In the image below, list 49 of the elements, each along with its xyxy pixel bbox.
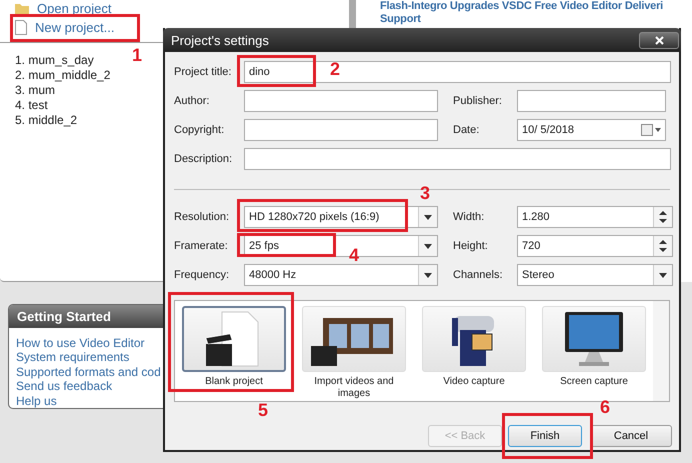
field-label: Publisher: <box>453 95 503 107</box>
spinner-arrows-icon[interactable] <box>659 239 667 253</box>
annotation-number: 3 <box>420 184 430 202</box>
field-label: Author: <box>174 95 210 107</box>
folder-icon <box>15 2 29 14</box>
field-label: Channels: <box>453 269 504 281</box>
tile-label: Video capture <box>443 376 505 388</box>
tile-label: Screen capture <box>560 376 628 388</box>
field-label: Framerate: <box>174 240 229 252</box>
close-button[interactable] <box>639 32 679 48</box>
calendar-icon[interactable] <box>641 124 661 136</box>
text-field[interactable] <box>244 90 438 112</box>
close-icon <box>654 36 664 44</box>
field-label: Description: <box>174 153 234 165</box>
field-label: Frequency: <box>174 269 230 281</box>
dropdown[interactable]: Stereo <box>517 264 673 286</box>
tile-label: Blank project <box>205 376 263 388</box>
annotation-number: 2 <box>330 60 340 78</box>
dropdown-arrow-icon[interactable] <box>659 272 667 278</box>
field-label: Width: <box>453 211 486 223</box>
spinner-arrows-icon[interactable] <box>659 210 667 224</box>
news-headline[interactable]: Flash-Integro Upgrades VSDC Free Video Editor Deliveri <box>380 0 664 13</box>
field-label: Resolution: <box>174 211 230 223</box>
text-field[interactable] <box>244 119 438 141</box>
text-field[interactable] <box>244 148 671 170</box>
dialog-button[interactable]: Cancel <box>590 425 672 447</box>
number-field[interactable]: 1.280 <box>517 206 673 228</box>
dropdown[interactable]: HD 1280x720 pixels (16:9) <box>244 206 438 228</box>
scrollbar[interactable] <box>653 301 669 401</box>
dropdown-arrow-icon[interactable] <box>424 272 432 278</box>
text-field[interactable] <box>517 90 666 112</box>
news-headline[interactable]: Support <box>380 13 421 26</box>
field-label: Copyright: <box>174 124 226 136</box>
dialog-button[interactable]: Finish <box>508 425 582 447</box>
template-tile[interactable] <box>182 306 286 372</box>
field-label: Project title: <box>174 66 232 78</box>
dropdown-arrow-icon[interactable] <box>424 244 432 248</box>
field-label: Date: <box>453 124 480 136</box>
dropdown[interactable]: 48000 Hz <box>244 264 438 286</box>
number-field[interactable]: 720 <box>517 235 673 257</box>
tile-label: Import videos and images <box>313 376 395 400</box>
dropdown-arrow-icon[interactable] <box>424 214 432 220</box>
date-field[interactable]: 10/ 5/2018 <box>517 119 666 141</box>
annotation-number: 6 <box>600 398 610 416</box>
menu-item[interactable]: Open project <box>15 0 349 17</box>
document-icon <box>15 20 27 35</box>
annotation-number: 5 <box>258 401 268 419</box>
annotation-number: 1 <box>132 46 142 64</box>
field-label: Height: <box>453 240 489 252</box>
